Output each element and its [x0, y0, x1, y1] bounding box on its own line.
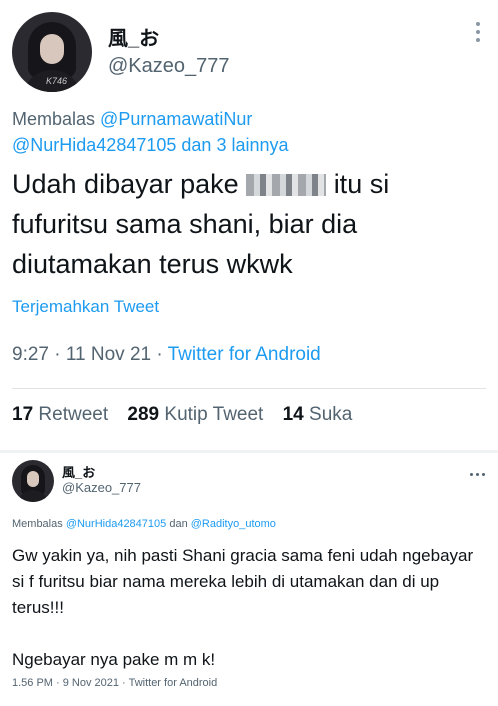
tweet-source[interactable]: Twitter for Android [168, 344, 321, 365]
tweet-timestamp[interactable]: 1.56 PM · 9 Nov 2021 · Twitter for Andro… [12, 677, 217, 689]
reply-mention-link[interactable]: @Radityo_utomo [191, 518, 276, 530]
divider [12, 388, 486, 389]
more-vertical-icon[interactable] [474, 22, 482, 48]
translate-tweet-link[interactable]: Terjemahkan Tweet [12, 297, 159, 317]
tweet-meta: 9:27 · 11 Nov 21 · Twitter for Android [12, 344, 321, 365]
tweet-text-part: Udah dibayar pake [12, 169, 239, 199]
reply-others-link[interactable]: dan 3 lainnya [181, 135, 288, 155]
avatar[interactable] [12, 460, 54, 502]
quote-tweets-stat[interactable]: 289 Kutip Tweet [127, 404, 263, 425]
display-name[interactable]: 風_お [62, 462, 95, 481]
replying-to: Membalas @PurnamawatiNur @NurHida4284710… [12, 106, 482, 158]
tweet-text: Udah dibayar pake itu si fufuritsu sama … [12, 164, 482, 284]
retweets-stat[interactable]: 17 Retweet [12, 404, 108, 425]
likes-stat[interactable]: 14 Suka [283, 404, 353, 425]
reply-join: dan [169, 518, 188, 530]
tweet-paragraph: Gw yakin ya, nih pasti Shani gracia sama… [12, 546, 474, 617]
avatar-face [27, 471, 39, 487]
reply-mention-link[interactable]: @PurnamawatiNur [100, 109, 252, 129]
tweet-date[interactable]: 11 Nov 21 [66, 344, 151, 365]
tweet-text: Gw yakin ya, nih pasti Shani gracia sama… [12, 543, 486, 673]
avatar-face [40, 34, 64, 64]
replying-to-label: Membalas [12, 518, 63, 530]
tweet-time[interactable]: 9:27 [12, 344, 49, 365]
tweet-stats: 17 Retweet 289 Kutip Tweet 14 Suka [12, 404, 366, 426]
replying-to-label: Membalas [12, 109, 96, 129]
reply-mention-link[interactable]: @NurHida42847105 [12, 135, 176, 155]
user-handle[interactable]: @Kazeo_777 [108, 55, 230, 78]
censored-blur [246, 174, 327, 196]
quoted-tweet[interactable]: 風_お @Kazeo_777 Membalas @NurHida42847105… [0, 453, 498, 706]
avatar-watermark: K746 [46, 76, 68, 86]
main-tweet: K746 風_お @Kazeo_777 Membalas @Purnamawat… [0, 0, 498, 450]
replying-to: Membalas @NurHida42847105 dan @Radityo_u… [12, 518, 276, 530]
more-horizontal-icon[interactable] [470, 463, 490, 476]
display-name[interactable]: 風_お [108, 22, 159, 51]
reply-mention-link[interactable]: @NurHida42847105 [66, 518, 166, 530]
tweet-paragraph: Ngebayar nya pake m m k! [12, 650, 216, 669]
avatar[interactable]: K746 [12, 12, 92, 92]
user-handle[interactable]: @Kazeo_777 [62, 480, 141, 495]
